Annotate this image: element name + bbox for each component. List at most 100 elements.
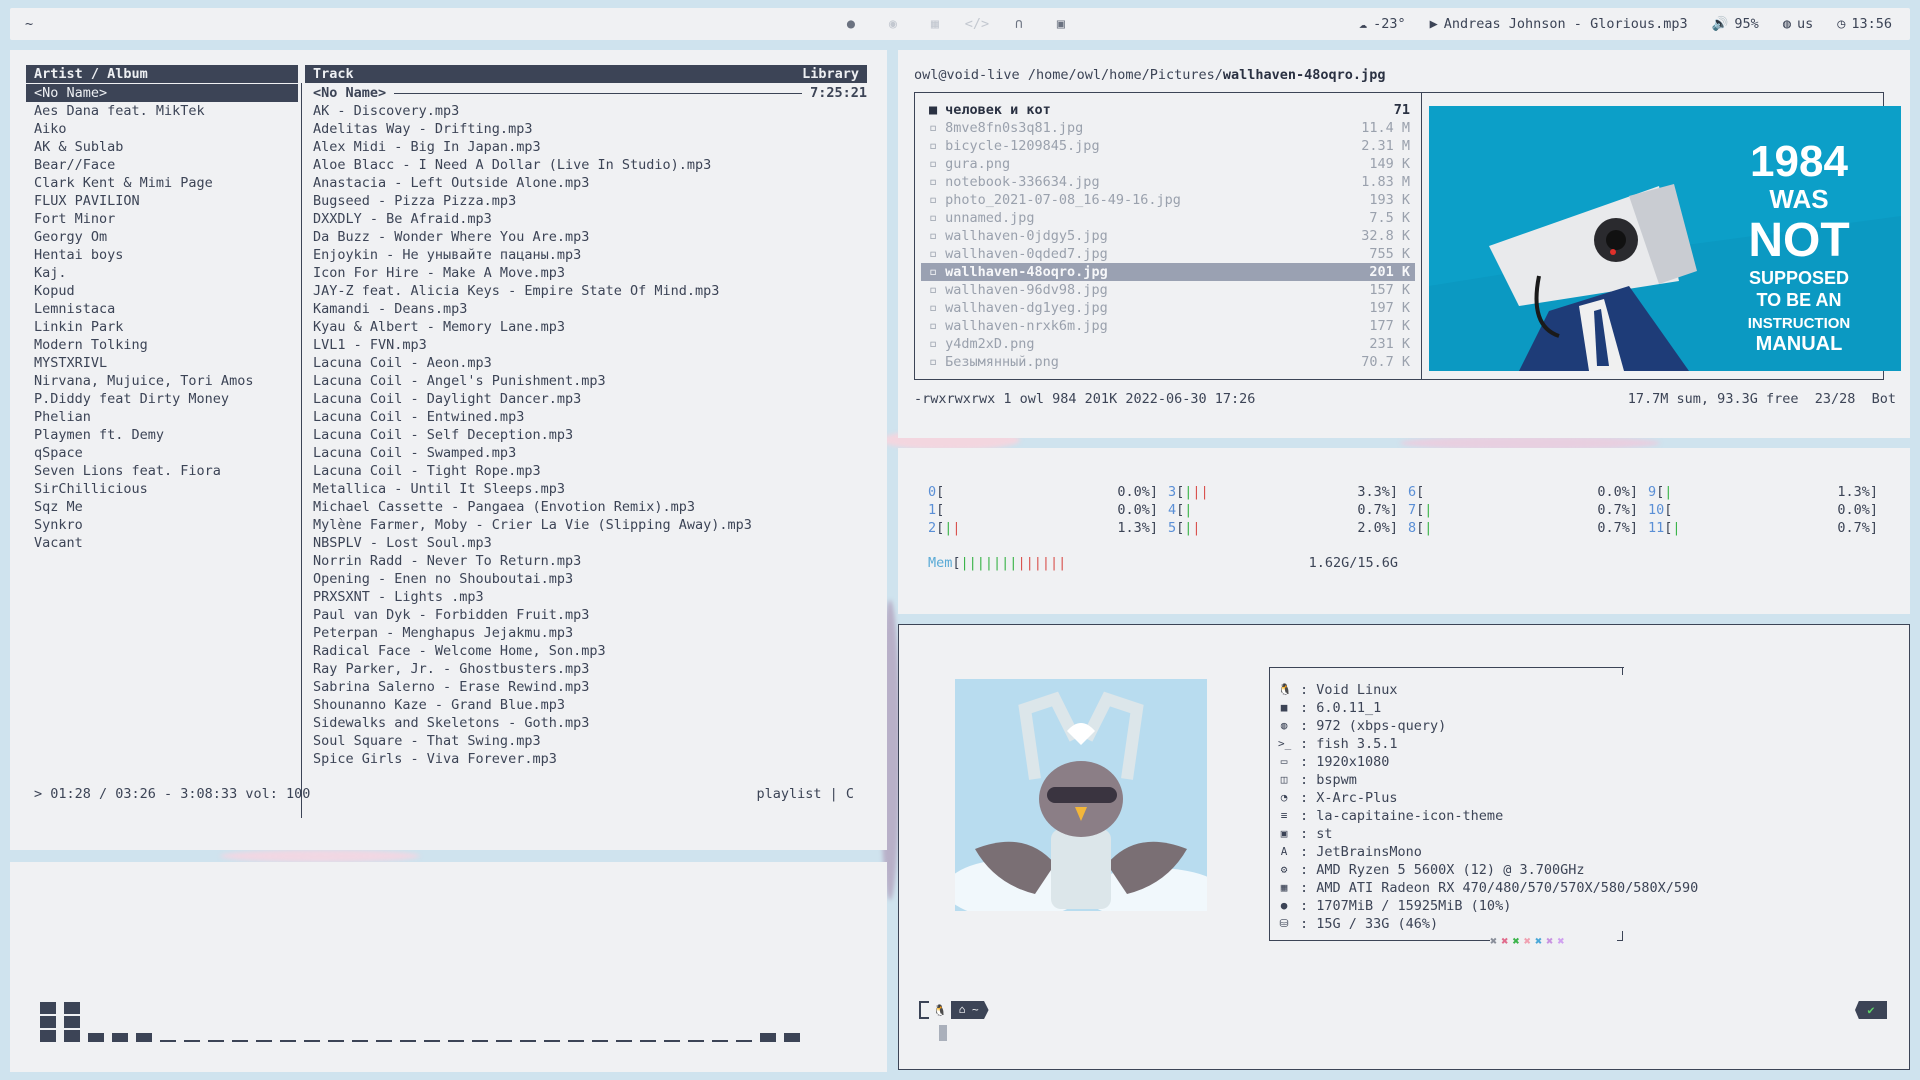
track-item[interactable]: Spice Girls - Viva Forever.mp3 [313, 750, 867, 768]
track-item[interactable]: Anastacia - Left Outside Alone.mp3 [313, 174, 867, 192]
track-item[interactable]: Lacuna Coil - Swamped.mp3 [313, 444, 867, 462]
artist-item[interactable]: Modern Tolking [26, 336, 298, 354]
track-item[interactable]: Shounanno Kaze - Grand Blue.mp3 [313, 696, 867, 714]
visualizer-bar [784, 1033, 808, 1042]
album-header-row[interactable]: <No Name> 7:25:21 [313, 84, 867, 102]
track-item[interactable]: Lacuna Coil - Self Deception.mp3 [313, 426, 867, 444]
keyboard-layout-widget[interactable]: ◍ us [1783, 16, 1813, 32]
artist-item[interactable]: Phelian [26, 408, 298, 426]
artist-item[interactable]: Linkin Park [26, 318, 298, 336]
track-item[interactable]: JAY-Z feat. Alicia Keys - Empire State O… [313, 282, 867, 300]
track-item[interactable]: Ray Parker, Jr. - Ghostbusters.mp3 [313, 660, 867, 678]
file-item[interactable]: ▫ photo_2021-07-08_16-49-16.jpg 193 K [921, 191, 1415, 209]
visualizer-bar [376, 1040, 400, 1042]
track-item[interactable]: Sabrina Salerno - Erase Rewind.mp3 [313, 678, 867, 696]
track-item[interactable]: Lacuna Coil - Tight Rope.mp3 [313, 462, 867, 480]
track-item[interactable]: LVL1 - FVN.mp3 [313, 336, 867, 354]
track-item[interactable]: Lacuna Coil - Aeon.mp3 [313, 354, 867, 372]
artist-item[interactable]: P.Diddy feat Dirty Money [26, 390, 298, 408]
artist-item[interactable]: Fort Minor [26, 210, 298, 228]
track-item[interactable]: Icon For Hire - Make A Move.mp3 [313, 264, 867, 282]
file-item[interactable]: ▫ gura.png 149 K [921, 155, 1415, 173]
palette-swatch: ✖ [1534, 934, 1543, 948]
track-item[interactable]: Aloe Blacc - I Need A Dollar (Live In St… [313, 156, 867, 174]
artist-item[interactable]: Lemnistaca [26, 300, 298, 318]
track-item[interactable]: Mylène Farmer, Moby - Crier La Vie (Slip… [313, 516, 867, 534]
volume-widget[interactable]: 🔊 95% [1712, 16, 1759, 32]
track-item[interactable]: Michael Cassette - Pangaea (Envotion Rem… [313, 498, 867, 516]
artist-item[interactable]: AK & Sublab [26, 138, 298, 156]
ranger-window[interactable]: owl@void-live /home/owl/home/Pictures/wa… [898, 50, 1910, 438]
track-item[interactable]: Peterpan - Menghapus Jejakmu.mp3 [313, 624, 867, 642]
file-item[interactable]: ▫ wallhaven-nrxk6m.jpg 177 K [921, 317, 1415, 335]
file-item[interactable]: ▫ wallhaven-0qded7.jpg 755 K [921, 245, 1415, 263]
artist-item[interactable]: Sqz Me [26, 498, 298, 516]
track-item[interactable]: Opening - Enen no Shouboutai.mp3 [313, 570, 867, 588]
clock-widget[interactable]: ◷ 13:56 [1837, 16, 1892, 32]
track-item[interactable]: Da Buzz - Wonder Where You Are.mp3 [313, 228, 867, 246]
track-item[interactable]: NBSPLV - Lost Soul.mp3 [313, 534, 867, 552]
calendar-icon[interactable]: ▦ [914, 16, 956, 32]
cpu-meter: 10[0.0%] [1648, 502, 1878, 518]
file-item[interactable]: ▫ y4dm2xD.png 231 K [921, 335, 1415, 353]
artist-item[interactable]: Aiko [26, 120, 298, 138]
code-icon[interactable]: </> [956, 16, 998, 32]
artist-item[interactable]: Nirvana, Mujuice, Tori Amos [26, 372, 298, 390]
track-item[interactable]: Paul van Dyk - Forbidden Fruit.mp3 [313, 606, 867, 624]
file-item[interactable]: ▫ 8mve8fn0s3q81.jpg 11.4 M [921, 119, 1415, 137]
track-item[interactable]: Kamandi - Deans.mp3 [313, 300, 867, 318]
file-item[interactable]: ▫ Безымянный.png 70.7 K [921, 353, 1415, 371]
artist-item[interactable]: Hentai boys [26, 246, 298, 264]
artist-item[interactable]: FLUX PAVILION [26, 192, 298, 210]
artist-item[interactable]: Bear//Face [26, 156, 298, 174]
file-item[interactable]: ▫ wallhaven-0jdgy5.jpg 32.8 K [921, 227, 1415, 245]
artist-item[interactable]: MYSTXRIVL [26, 354, 298, 372]
track-item[interactable]: PRXSXNT - Lights .mp3 [313, 588, 867, 606]
artist-item[interactable]: SirChillicious [26, 480, 298, 498]
track-item[interactable]: Metallica - Until It Sleeps.mp3 [313, 480, 867, 498]
track-item[interactable]: Norrin Radd - Never To Return.mp3 [313, 552, 867, 570]
headphones-icon[interactable]: ∩ [998, 16, 1040, 32]
terminal-cursor[interactable] [939, 1025, 947, 1041]
artist-item[interactable]: <No Name> [26, 84, 298, 102]
file-item[interactable]: ▫ bicycle-1209845.jpg 2.31 M [921, 137, 1415, 155]
workspace-indicator[interactable]: ~ [10, 16, 830, 32]
firefox-icon[interactable]: ● [830, 16, 872, 32]
file-item[interactable]: ▫ notebook-336634.jpg 1.83 M [921, 173, 1415, 191]
artist-item[interactable]: Synkro [26, 516, 298, 534]
track-item[interactable]: Enjoykin - Не унывайте пацаны.mp3 [313, 246, 867, 264]
track-item[interactable]: Adelitas Way - Drifting.mp3 [313, 120, 867, 138]
artist-item[interactable]: Clark Kent & Mimi Page [26, 174, 298, 192]
track-item[interactable]: DXXDLY - Be Afraid.mp3 [313, 210, 867, 228]
artist-item[interactable]: Aes Dana feat. MikTek [26, 102, 298, 120]
artist-item[interactable]: Vacant [26, 534, 298, 552]
file-item[interactable]: ▫ unnamed.jpg 7.5 K [921, 209, 1415, 227]
now-playing-widget[interactable]: ▶ Andreas Johnson - Glorious.mp3 [1430, 16, 1688, 32]
track-item[interactable]: Soul Square - That Swing.mp3 [313, 732, 867, 750]
track-item[interactable]: Kyau & Albert - Memory Lane.mp3 [313, 318, 867, 336]
weather-widget[interactable]: ☁ -23° [1359, 16, 1406, 32]
artist-item[interactable]: Georgy Om [26, 228, 298, 246]
track-item[interactable]: Radical Face - Welcome Home, Son.mp3 [313, 642, 867, 660]
artist-item[interactable]: Kopud [26, 282, 298, 300]
file-item[interactable]: ▫ wallhaven-96dv98.jpg 157 K [921, 281, 1415, 299]
folder-item[interactable]: ■ человек и кот 71 [921, 101, 1415, 119]
terminal-icon[interactable]: ▣ [1040, 16, 1082, 32]
htop-window[interactable]: 0[0.0%] 1[0.0%] 2[|| 1.3%] 3[||| 3.3%] 4[| 0.7%… [898, 448, 1910, 614]
artist-item[interactable]: Seven Lions feat. Fiora [26, 462, 298, 480]
track-item[interactable]: Sidewalks and Skeletons - Goth.mp3 [313, 714, 867, 732]
track-item[interactable]: Lacuna Coil - Angel's Punishment.mp3 [313, 372, 867, 390]
discord-icon[interactable]: ◉ [872, 16, 914, 32]
file-item[interactable]: ▫ wallhaven-48oqro.jpg 201 K [921, 263, 1415, 281]
file-item[interactable]: ▫ wallhaven-dg1yeg.jpg 197 K [921, 299, 1415, 317]
track-item[interactable]: Bugseed - Pizza Pizza.mp3 [313, 192, 867, 210]
artist-item[interactable]: Playmen ft. Demy [26, 426, 298, 444]
track-item[interactable]: Lacuna Coil - Daylight Dancer.mp3 [313, 390, 867, 408]
artist-item[interactable]: qSpace [26, 444, 298, 462]
track-item[interactable]: AK - Discovery.mp3 [313, 102, 867, 120]
artist-item[interactable]: Kaj. [26, 264, 298, 282]
track-item[interactable]: Alex Midi - Big In Japan.mp3 [313, 138, 867, 156]
track-item[interactable]: Lacuna Coil - Entwined.mp3 [313, 408, 867, 426]
neofetch-terminal[interactable]: 🐧: Void Linux ■: 6.0.11_1 ◍: 972 (xbps-que… [898, 624, 1910, 1070]
cmus-window[interactable]: Artist / Album Track Library <No Name> Ae… [10, 50, 887, 850]
